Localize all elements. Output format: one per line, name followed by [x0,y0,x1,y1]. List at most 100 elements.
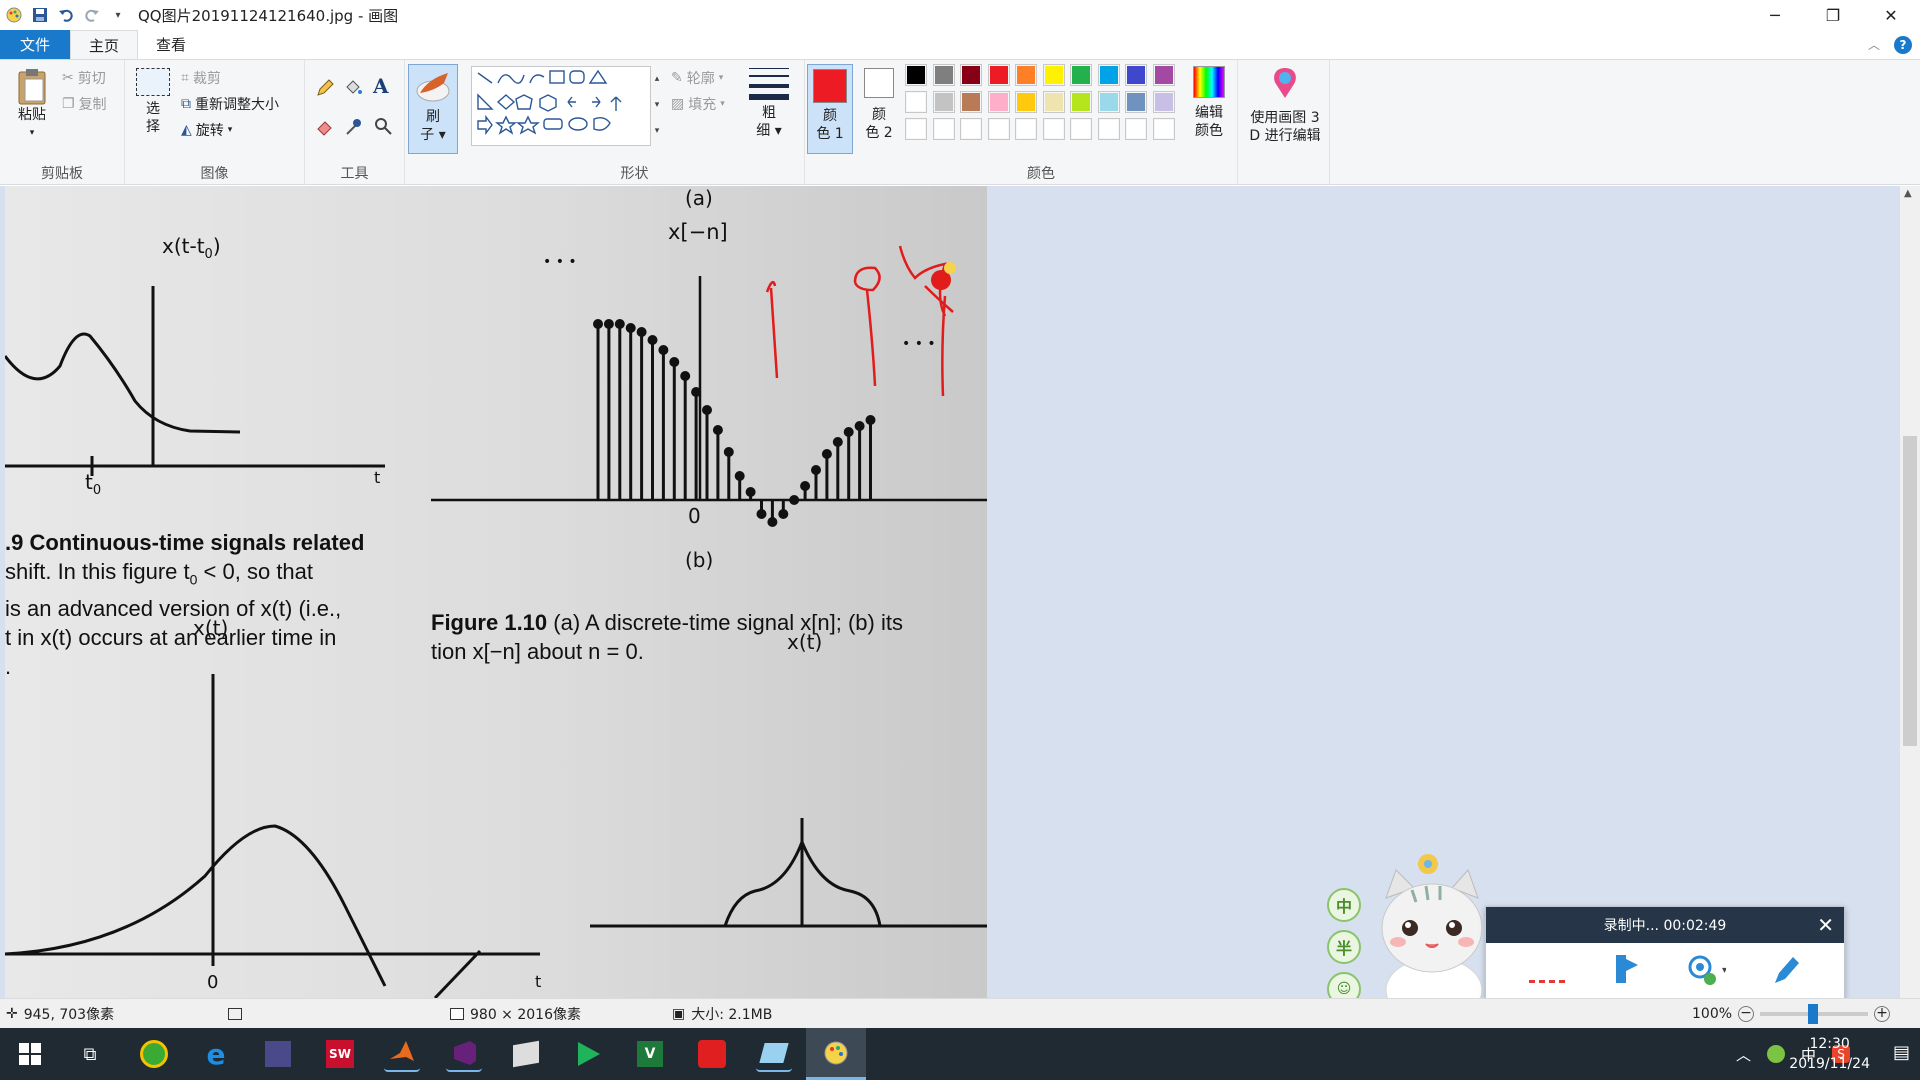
palette-swatch[interactable] [1097,91,1120,113]
color2-button[interactable]: 颜 色 2 [857,68,901,142]
task-view-icon[interactable]: ⧉ [72,1036,108,1072]
palette-swatch[interactable] [1042,64,1065,86]
palette-swatch[interactable] [1042,91,1065,113]
palette-swatch[interactable] [960,118,982,140]
notes-icon[interactable] [756,1036,792,1072]
tab-file[interactable]: 文件 [0,30,70,59]
palette-swatch[interactable] [1042,118,1065,140]
edit-colors-button[interactable]: 编辑 颜色 [1185,66,1233,140]
pencil-icon[interactable] [315,78,335,102]
fill-bucket-icon[interactable] [343,78,363,102]
zoom-out-icon[interactable]: − [1738,1005,1755,1022]
zoom-slider[interactable] [1760,1003,1869,1024]
palette-swatch[interactable] [960,64,982,86]
customize-quick-access-icon[interactable]: ▾ [108,5,128,25]
palette-swatch[interactable] [1152,64,1175,86]
outline-button[interactable]: ✎ 轮廓 ▾ [671,68,723,88]
pointer-tool-icon[interactable] [1610,953,1640,991]
palette-swatch[interactable] [1070,91,1092,113]
palette-swatch[interactable] [1097,64,1120,86]
underline-tool-icon[interactable] [1528,979,1565,983]
resize-button[interactable]: ⧉ 重新调整大小 [181,94,279,114]
palette-swatch[interactable] [987,91,1010,113]
cut-button[interactable]: ✂ 剪切 [62,68,106,88]
minimize-button[interactable]: ─ [1746,0,1804,30]
book-reader-icon[interactable] [508,1036,544,1072]
scroll-up-icon[interactable]: ▲ [1904,188,1912,199]
shapes-scroll[interactable]: ▴ ▾ ▾ [651,66,663,146]
save-icon[interactable] [30,5,50,25]
crop-button[interactable]: ⌗ 裁剪 [181,68,221,88]
magnifier-icon[interactable] [373,116,393,140]
redo-icon[interactable] [82,5,102,25]
ime-zhong-button[interactable]: 中 [1327,888,1361,922]
collapse-ribbon-icon[interactable]: ︿ [1868,36,1880,53]
palette-swatch[interactable] [932,91,955,113]
eraser-icon[interactable] [315,116,335,140]
tray-360-icon[interactable] [1766,1045,1785,1063]
palette-swatch[interactable] [1070,64,1092,86]
palette-swatch[interactable] [932,64,955,86]
system-clock[interactable]: 12:30 2019/11/24 [1789,1034,1870,1074]
edge-icon[interactable]: e [198,1036,234,1072]
undo-icon[interactable] [56,5,76,25]
camera-tool-icon[interactable]: ▾ [1686,953,1727,991]
help-icon[interactable]: ? [1894,35,1912,54]
palette-swatch[interactable] [1015,91,1037,113]
brushes-button[interactable]: 刷 子 ▾ [408,64,458,154]
pen-tool-icon[interactable] [1771,953,1801,991]
scroll-thumb[interactable] [1903,436,1917,746]
close-window-button[interactable]: ✕ [1862,0,1920,30]
tab-home[interactable]: 主页 [70,30,139,59]
cat-mascot[interactable] [1372,850,1502,1023]
visual-studio-icon[interactable] [446,1036,482,1072]
color1-button[interactable]: 颜 色 1 [807,64,853,154]
close-recorder-icon[interactable]: ✕ [1817,913,1834,937]
select-button[interactable]: 选 择 [135,68,171,136]
palette-swatch[interactable] [932,118,955,140]
palette-swatch[interactable] [1015,118,1037,140]
canvas-workspace[interactable]: (a) x(t-t0) x[−n] • • • • • • t0 t 0 (b)… [0,186,1900,998]
paste-button[interactable]: 粘贴 ▾ [10,66,54,142]
ime-ban-button[interactable]: 半 [1327,930,1361,964]
size-button[interactable]: 粗 细 ▾ [747,68,791,140]
palette-swatch[interactable] [987,64,1010,86]
restore-button[interactable]: ❐ [1804,0,1862,30]
image-canvas[interactable]: (a) x(t-t0) x[−n] • • • • • • t0 t 0 (b)… [5,186,987,998]
palette-swatch[interactable] [1125,64,1147,86]
vertical-scrollbar[interactable]: ▲ [1900,186,1920,998]
text-tool-icon[interactable]: A [373,74,389,98]
shapes-gallery[interactable] [471,66,651,146]
show-hidden-icons-icon[interactable]: ︿ [1736,1044,1751,1065]
tab-view[interactable]: 查看 [138,30,204,59]
fill-button[interactable]: ▨ 填充 ▾ [671,94,725,114]
edit-with-paint3d-button[interactable]: 使用画图 3 D 进行编辑 [1242,66,1328,145]
palette-swatch[interactable] [1125,91,1147,113]
excel-like-icon[interactable]: V [632,1036,668,1072]
palette-swatch[interactable] [1070,118,1092,140]
paint-app-icon[interactable] [4,5,24,25]
windows-start-icon[interactable] [12,1036,48,1072]
calculator-icon[interactable] [260,1036,296,1072]
rotate-button[interactable]: ◭ 旋转 ▾ [181,120,232,140]
palette-swatch[interactable] [1152,118,1175,140]
palette-swatch[interactable] [987,118,1010,140]
video-player-icon[interactable] [570,1036,606,1072]
palette-swatch[interactable] [1152,91,1175,113]
copy-button[interactable]: ❐ 复制 [62,94,107,114]
paint-taskbar-icon[interactable] [806,1028,866,1080]
color-picker-icon[interactable] [343,116,363,140]
palette-swatch[interactable] [1015,64,1037,86]
palette-swatch[interactable] [905,64,927,86]
zoom-slider-thumb[interactable] [1808,1003,1819,1024]
palette-swatch[interactable] [905,118,927,140]
palette-swatch[interactable] [905,91,927,113]
matlab-icon[interactable] [384,1036,420,1072]
360-browser-icon[interactable] [136,1036,172,1072]
zoom-in-icon[interactable]: + [1874,1005,1891,1022]
palette-swatch[interactable] [960,91,982,113]
palette-swatch[interactable] [1097,118,1120,140]
notification-center-icon[interactable]: ▤ [1893,1042,1910,1063]
solidworks-icon[interactable]: SW [322,1036,358,1072]
app-red-icon[interactable] [694,1036,730,1072]
